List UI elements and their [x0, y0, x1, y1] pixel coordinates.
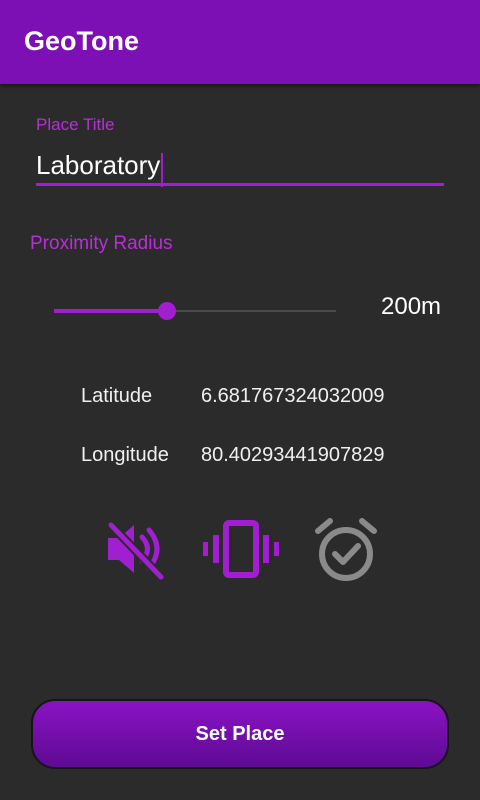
- set-place-button[interactable]: Set Place: [31, 699, 449, 769]
- latitude-value: 6.681767324032009: [201, 385, 385, 407]
- place-title-input[interactable]: Laboratory: [36, 146, 444, 187]
- place-title-label: Place Title: [36, 115, 115, 134]
- place-title-value: Laboratory: [36, 150, 161, 180]
- longitude-label: Longitude: [81, 444, 169, 466]
- app-bar: GeoTone: [0, 0, 480, 84]
- slider-thumb[interactable]: [157, 302, 176, 320]
- text-caret: [161, 152, 164, 187]
- app-title: GeoTone: [24, 26, 140, 56]
- slider-fill: [54, 309, 167, 313]
- radius-value: 200m: [381, 293, 442, 320]
- volume-off-icon[interactable]: [103, 517, 167, 581]
- vibrate-icon[interactable]: [202, 517, 279, 581]
- alarm-check-icon[interactable]: [313, 517, 377, 581]
- latitude-label: Latitude: [81, 385, 153, 407]
- longitude-value: 80.40293441907829: [201, 444, 385, 466]
- proximity-radius-label: Proximity Radius: [30, 233, 173, 254]
- radius-slider[interactable]: [54, 300, 336, 322]
